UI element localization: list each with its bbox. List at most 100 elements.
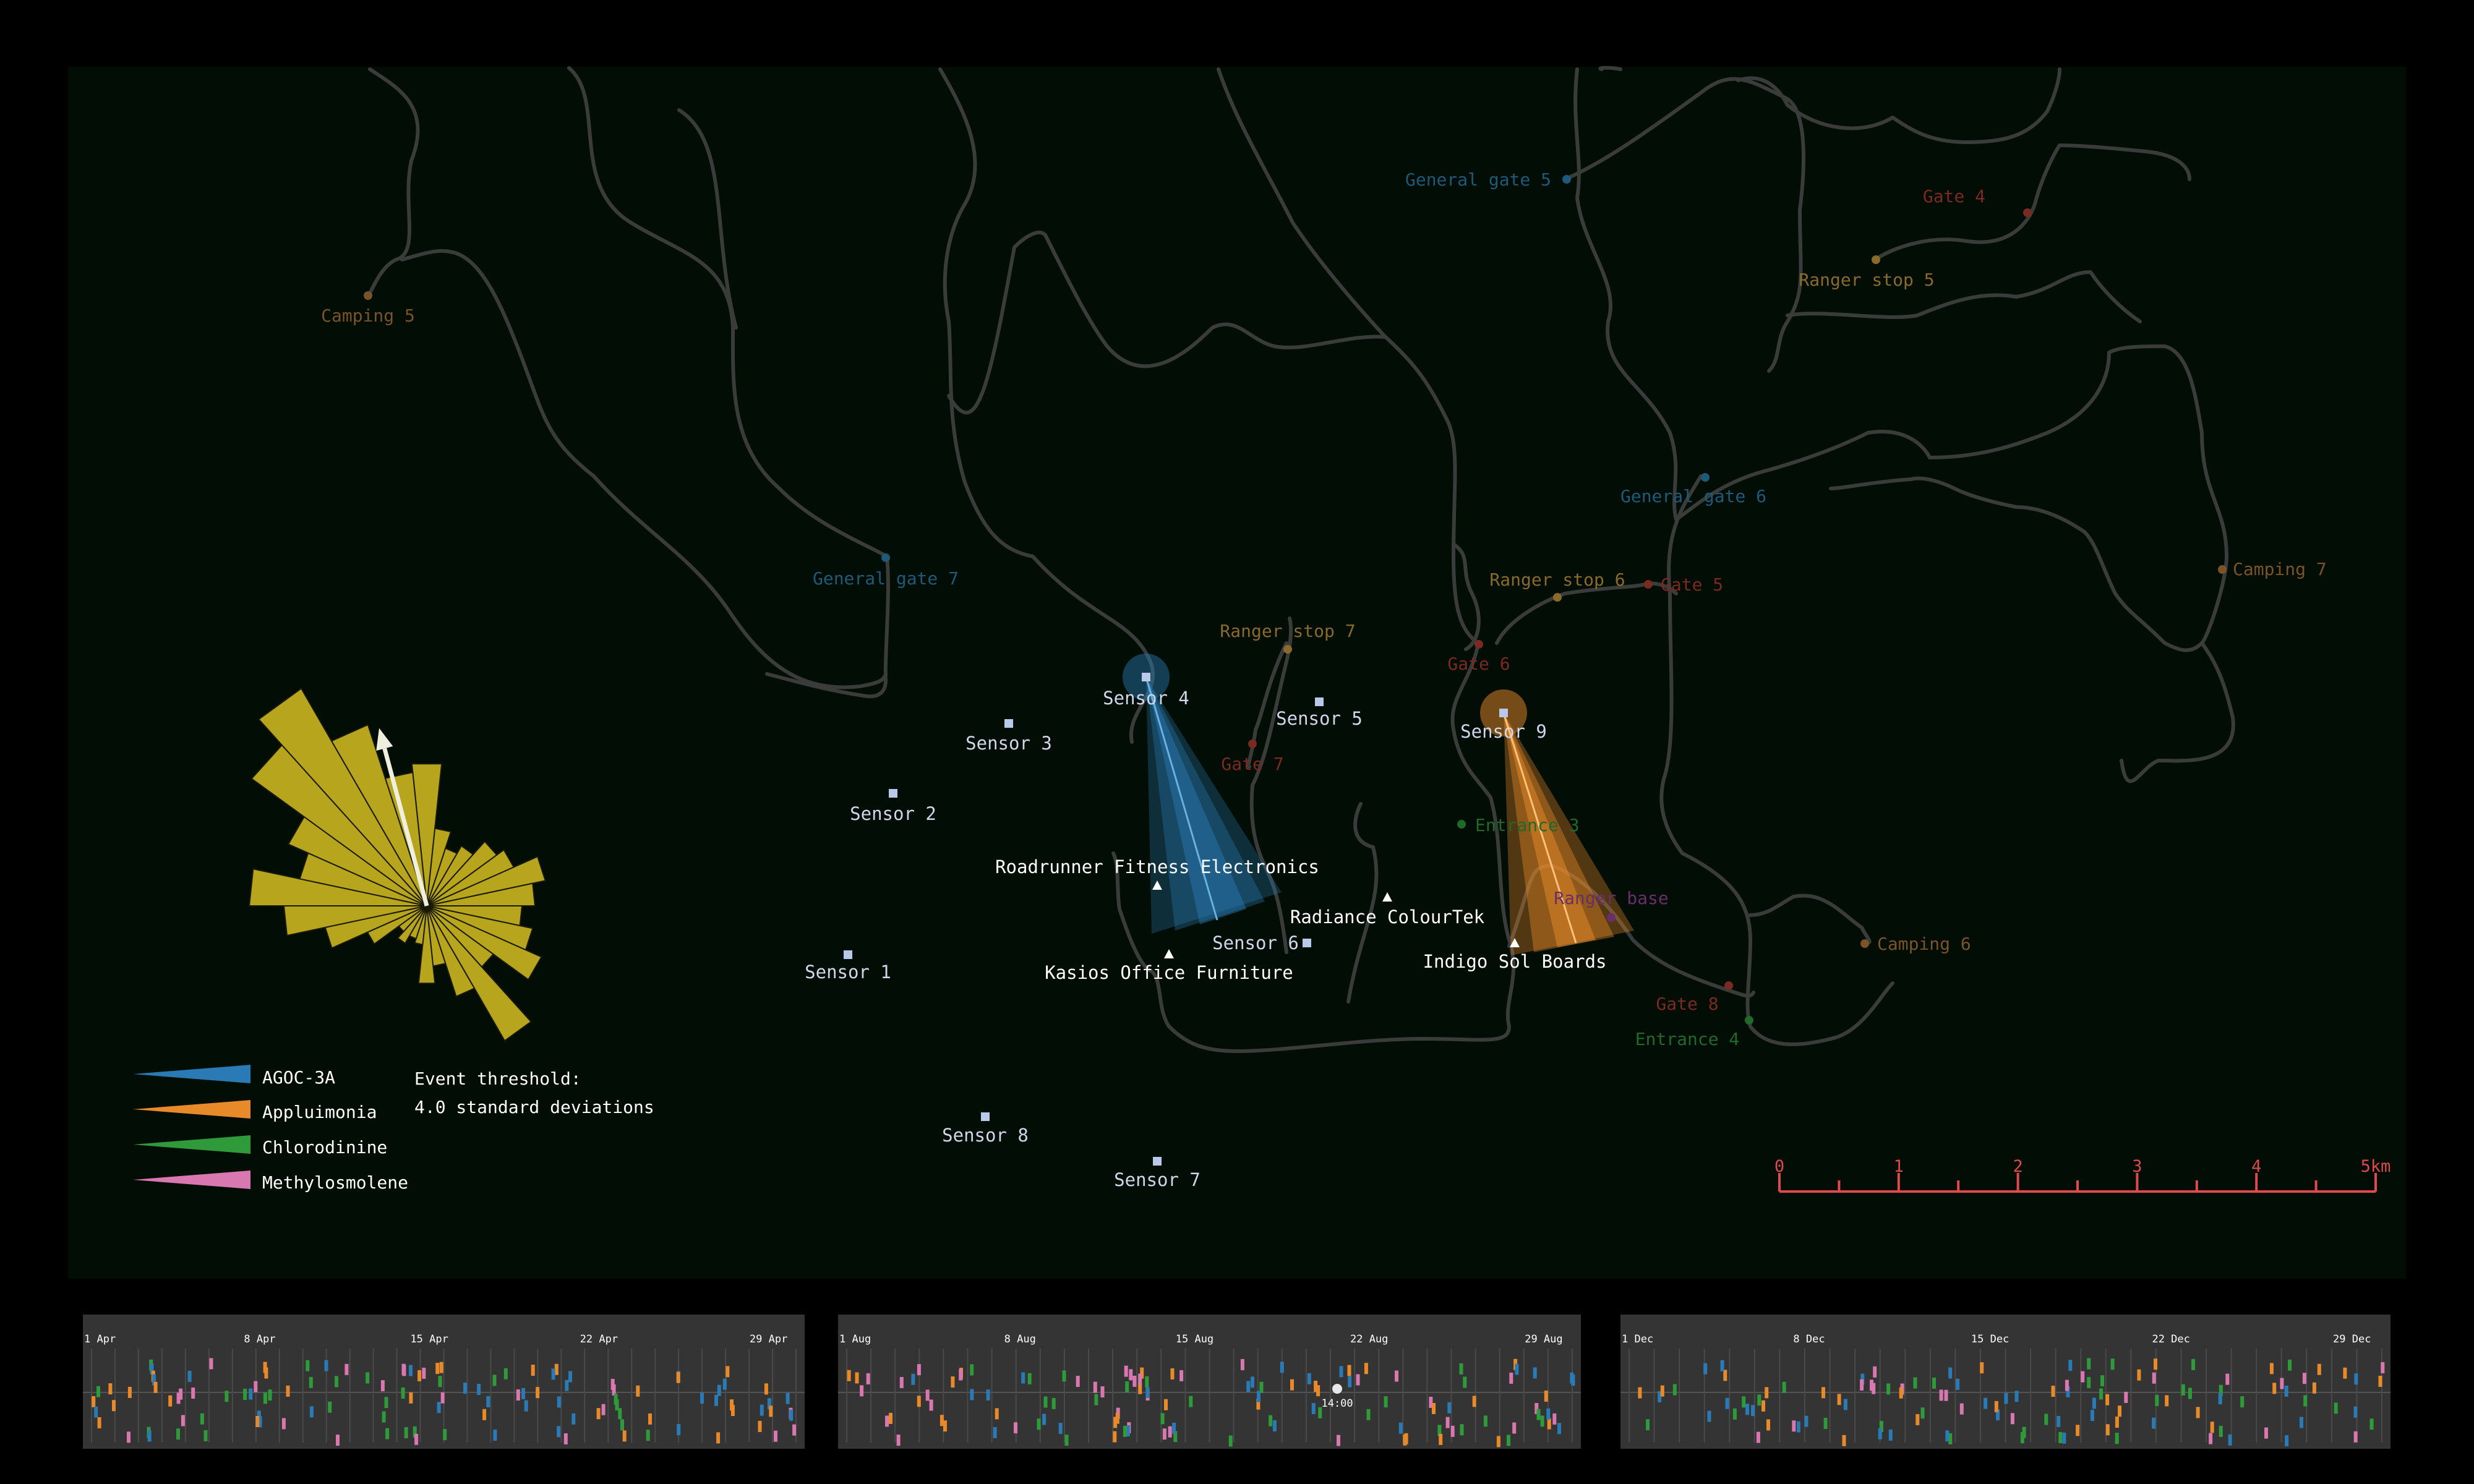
event-mark	[677, 1424, 681, 1436]
event-mark	[565, 1380, 569, 1391]
factory-kasios-office-furniture[interactable]: Kasios Office Furniture	[1045, 949, 1293, 983]
event-mark	[785, 1392, 790, 1404]
event-mark	[1984, 1397, 1988, 1409]
event-mark	[2353, 1406, 2358, 1418]
landmark-camping-5[interactable]: Camping 5	[321, 291, 415, 326]
timeline-marker-dot[interactable]	[1332, 1384, 1343, 1394]
event-mark	[917, 1396, 921, 1407]
landmark-entrance-4[interactable]: Entrance 4	[1635, 1016, 1753, 1049]
event-mark	[2196, 1407, 2200, 1418]
sensor-label: Sensor 2	[850, 803, 936, 824]
event-mark	[2191, 1358, 2195, 1370]
event-mark	[1113, 1417, 1118, 1428]
event-mark	[1873, 1366, 1877, 1378]
event-mark	[1307, 1373, 1311, 1384]
sensor-9[interactable]: Sensor 9	[1460, 709, 1547, 742]
road	[567, 66, 890, 699]
event-mark	[463, 1383, 467, 1394]
landmark-general-gate-7[interactable]: General gate 7	[813, 553, 959, 589]
event-mark	[1311, 1403, 1316, 1414]
event-mark	[2044, 1414, 2048, 1425]
sensor-5[interactable]: Sensor 5	[1276, 697, 1363, 729]
landmark-ranger-stop-7[interactable]: Ranger stop 7	[1220, 621, 1356, 654]
road	[1495, 581, 1678, 645]
landmark-ranger-stop-5[interactable]: Ranger stop 5	[1799, 255, 1935, 290]
event-mark	[254, 1381, 258, 1392]
event-mark	[2269, 1363, 2274, 1375]
road	[938, 67, 1155, 744]
event-mark	[2317, 1363, 2321, 1375]
sensor-2[interactable]: Sensor 2	[850, 789, 936, 824]
sensor-8[interactable]: Sensor 8	[942, 1112, 1029, 1146]
event-mark	[2165, 1395, 2169, 1407]
landmark-general-gate-5[interactable]: General gate 5	[1405, 169, 1571, 190]
event-mark	[1557, 1423, 1561, 1435]
timeline-date-label: 22 Dec	[2152, 1333, 2190, 1345]
sensor-7[interactable]: Sensor 7	[1114, 1157, 1201, 1190]
event-mark	[1316, 1385, 1320, 1397]
event-mark	[2218, 1393, 2222, 1405]
scale-label: 1	[1894, 1157, 1904, 1176]
legend-swatch-agoc-3a	[133, 1065, 250, 1083]
event-mark	[1113, 1431, 1117, 1443]
landmark-gate-4[interactable]: Gate 4	[1923, 186, 2032, 217]
event-mark	[1447, 1402, 1452, 1414]
event-mark	[112, 1400, 116, 1412]
legend-label-chlorodinine: Chlorodinine	[262, 1137, 387, 1158]
event-mark	[2062, 1432, 2066, 1444]
map-canvas[interactable]: General gate 5 Gate 4 Ranger stop 5 Camping…	[0, 0, 2474, 1484]
event-mark	[477, 1384, 481, 1395]
sensor-6[interactable]: Sensor 6	[1212, 932, 1311, 953]
landmark-ranger-stop-6[interactable]: Ranger stop 6	[1489, 569, 1625, 602]
factory-radiance-colourtek[interactable]: Radiance ColourTek	[1290, 892, 1485, 927]
event-mark	[601, 1404, 606, 1415]
timeline-date-label: 1 Dec	[1622, 1333, 1654, 1345]
landmark-entrance-3[interactable]: Entrance 3	[1457, 815, 1580, 835]
event-mark	[1027, 1373, 1032, 1384]
landmark-gate-6[interactable]: Gate 6	[1447, 640, 1510, 674]
event-mark	[486, 1396, 490, 1407]
event-mark	[648, 1413, 652, 1425]
event-mark	[1168, 1426, 1172, 1438]
event-mark	[1460, 1424, 1464, 1436]
landmark-gate-7[interactable]: Gate 7	[1221, 740, 1284, 774]
event-mark	[2099, 1388, 2104, 1400]
event-mark	[1043, 1396, 1048, 1408]
timeline-date-label: 1 Aug	[839, 1333, 871, 1345]
event-mark	[382, 1411, 386, 1423]
event-mark	[328, 1401, 332, 1413]
event-mark	[401, 1387, 405, 1399]
event-mark	[2152, 1417, 2156, 1429]
event-mark	[1552, 1413, 1557, 1425]
landmark-camping-7[interactable]: Camping 7	[2218, 559, 2327, 579]
event-mark	[2087, 1376, 2091, 1388]
timeline-december[interactable]: 1 Dec 8 Dec 15 Dec 22 Dec 29 Dec	[1620, 1315, 2391, 1449]
event-mark	[366, 1372, 370, 1384]
legend: AGOC-3A Appluimonia Chlorodinine Methylo…	[133, 1065, 654, 1193]
event-mark	[1725, 1397, 1729, 1409]
threshold-label: Event threshold:	[414, 1068, 581, 1089]
event-mark	[2010, 1413, 2014, 1425]
sensor-3[interactable]: Sensor 3	[965, 719, 1052, 754]
sensor-label: Sensor 6	[1212, 932, 1299, 953]
landmark-camping-6[interactable]: Camping 6	[1860, 934, 1971, 954]
sensor-1[interactable]: Sensor 1	[805, 950, 891, 983]
event-mark	[1872, 1383, 1876, 1394]
event-mark	[774, 1430, 777, 1442]
threshold-value: 4.0 standard deviations	[414, 1097, 654, 1117]
timeline-date-label: 15 Aug	[1175, 1333, 1214, 1345]
event-mark	[1398, 1422, 1403, 1434]
timeline-date-label: 8 Dec	[1793, 1333, 1825, 1345]
timeline-august[interactable]: 1 Aug 8 Aug 15 Aug 22 Aug 29 Aug 14:00	[838, 1315, 1581, 1449]
factory-marker	[1164, 949, 1174, 958]
event-mark	[2020, 1432, 2024, 1444]
event-mark	[1823, 1418, 1828, 1429]
sensor-4[interactable]: Sensor 4	[1103, 673, 1189, 709]
sensor-marker	[1315, 697, 1324, 706]
event-mark	[336, 1435, 340, 1446]
timeline-april[interactable]: 1 Apr 8 Apr 15 Apr 22 Apr 29 Apr	[83, 1315, 805, 1449]
landmark-marker	[1701, 473, 1710, 482]
landmark-marker	[1553, 593, 1562, 602]
event-mark	[1160, 1413, 1165, 1425]
event-mark	[2092, 1397, 2096, 1409]
